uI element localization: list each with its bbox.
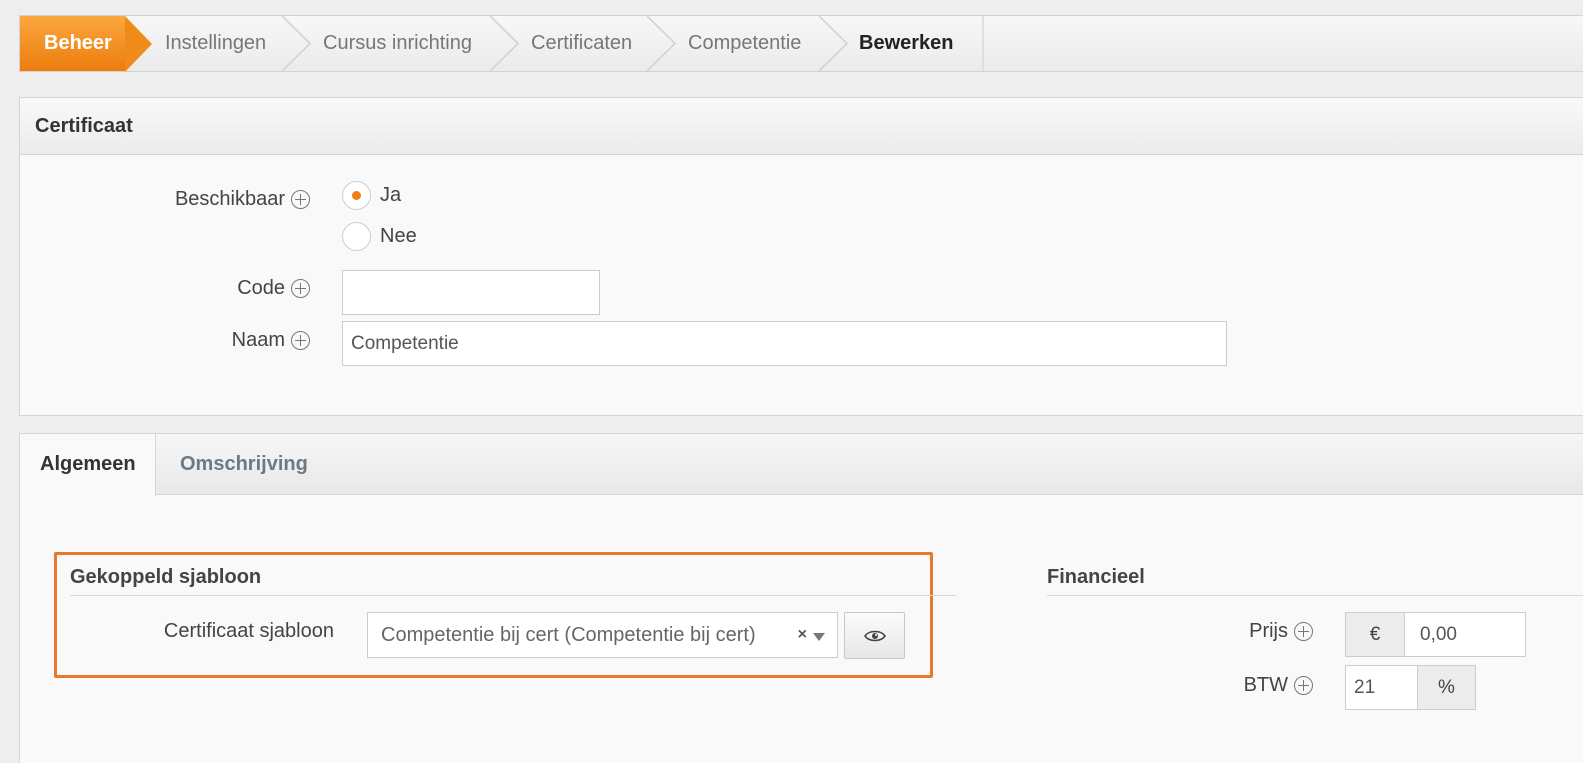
currency-addon: € xyxy=(1345,612,1405,657)
breadcrumb: Beheer Instellingen Cursus inrichting Ce… xyxy=(19,15,1583,72)
beschikbaar-label: Beschikbaar xyxy=(120,188,310,211)
eye-icon xyxy=(863,630,886,641)
prijs-input[interactable]: 0,00 xyxy=(1404,612,1526,657)
breadcrumb-item-bewerken: Bewerken xyxy=(859,32,954,54)
breadcrumb-separator xyxy=(819,16,849,71)
details-panel: Algemeen Omschrijving Gekoppeld sjabloon… xyxy=(19,433,1583,763)
breadcrumb-separator xyxy=(490,16,520,71)
certificaat-sjabloon-label: Certificaat sjabloon xyxy=(163,620,334,642)
preview-button[interactable] xyxy=(844,612,905,659)
breadcrumb-item-beheer[interactable]: Beheer xyxy=(20,16,152,72)
radio-option-ja[interactable]: Ja xyxy=(342,181,401,210)
plus-circle-icon[interactable] xyxy=(291,331,310,350)
naam-label: Naam xyxy=(120,329,310,352)
breadcrumb-end-divider xyxy=(982,16,984,71)
radio-option-nee[interactable]: Nee xyxy=(342,222,417,251)
certificaat-sjabloon-select[interactable]: Competentie bij cert (Competentie bij ce… xyxy=(367,612,838,658)
tab-algemeen[interactable]: Algemeen xyxy=(20,434,156,496)
radio-button-nee[interactable] xyxy=(342,222,371,251)
code-label: Code xyxy=(120,277,310,300)
radio-button-ja[interactable] xyxy=(342,181,371,210)
btw-input[interactable]: 21 xyxy=(1345,665,1419,710)
panel-title: Certificaat xyxy=(20,98,1583,155)
code-input[interactable] xyxy=(342,270,600,315)
tab-omschrijving[interactable]: Omschrijving xyxy=(180,434,308,495)
certificaat-panel: Certificaat Beschikbaar Ja Nee Code Naam… xyxy=(19,97,1583,416)
gekoppeld-sjabloon-title: Gekoppeld sjabloon xyxy=(70,566,956,596)
breadcrumb-item-competentie[interactable]: Competentie xyxy=(688,16,801,71)
clear-icon[interactable]: × xyxy=(798,626,807,644)
plus-circle-icon[interactable] xyxy=(291,279,310,298)
naam-input[interactable]: Competentie xyxy=(342,321,1227,366)
financieel-title: Financieel xyxy=(1047,566,1583,596)
breadcrumb-item-certificaten[interactable]: Certificaten xyxy=(531,16,632,71)
plus-circle-icon[interactable] xyxy=(291,190,310,209)
select-value: Competentie bij cert (Competentie bij ce… xyxy=(381,623,756,646)
breadcrumb-separator xyxy=(282,16,312,71)
chevron-down-icon[interactable] xyxy=(813,633,825,641)
plus-circle-icon[interactable] xyxy=(1294,676,1313,695)
prijs-label: Prijs xyxy=(1170,620,1313,643)
breadcrumb-item-instellingen[interactable]: Instellingen xyxy=(165,16,266,71)
breadcrumb-separator xyxy=(647,16,677,71)
breadcrumb-item-cursus-inrichting[interactable]: Cursus inrichting xyxy=(323,16,472,71)
btw-label: BTW xyxy=(1170,674,1313,697)
tab-bar: Algemeen Omschrijving xyxy=(20,434,1583,496)
plus-circle-icon[interactable] xyxy=(1294,622,1313,641)
percent-addon: % xyxy=(1417,665,1476,710)
